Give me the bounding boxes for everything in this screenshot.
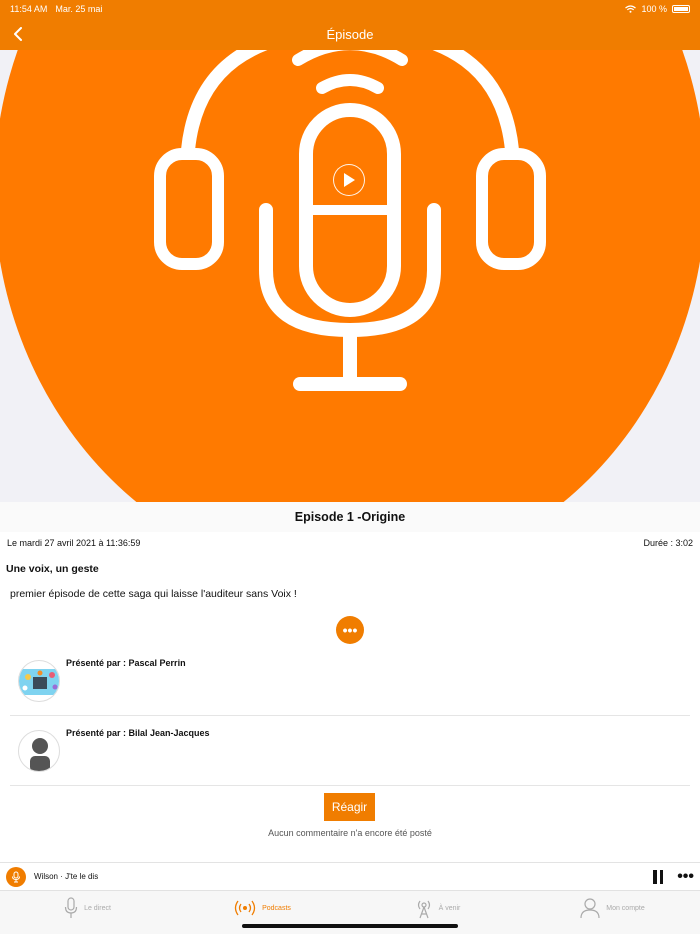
broadcast-icon bbox=[417, 900, 430, 919]
user-icon bbox=[580, 898, 600, 919]
mini-player-title: Wilson · J'te le dis bbox=[34, 872, 99, 881]
episode-cover bbox=[0, 50, 700, 502]
tab-label: Mon compte bbox=[606, 905, 645, 912]
avatar bbox=[18, 660, 60, 702]
play-button[interactable] bbox=[333, 164, 365, 196]
status-time: 11:54 AM bbox=[10, 4, 48, 14]
microphone-icon bbox=[64, 897, 78, 918]
episode-subtitle: Une voix, un geste bbox=[6, 563, 99, 575]
user-placeholder-icon bbox=[30, 738, 50, 771]
status-date: Mar. 25 mai bbox=[55, 4, 103, 14]
mini-player[interactable]: Wilson · J'te le dis ••• bbox=[0, 862, 700, 890]
episode-date: Le mardi 27 avril 2021 à 11:36:59 bbox=[7, 538, 141, 548]
nav-bar: Épisode bbox=[0, 18, 700, 50]
tab-le-direct[interactable]: Le direct bbox=[0, 891, 175, 934]
more-options-button[interactable]: ••• bbox=[336, 616, 364, 644]
react-button[interactable]: Réagir bbox=[324, 793, 375, 821]
avatar bbox=[18, 730, 60, 772]
battery-percent: 100 % bbox=[641, 4, 667, 14]
presenter-illustration-icon bbox=[19, 669, 59, 695]
back-button[interactable] bbox=[6, 22, 30, 46]
presenter-label: Présenté par : Pascal Perrin bbox=[66, 658, 186, 668]
status-bar: 11:54 AM Mar. 25 mai 100 % bbox=[0, 0, 700, 18]
tab-label: À venir bbox=[438, 905, 461, 912]
tab-label: Le direct bbox=[84, 905, 111, 912]
more-icon[interactable]: ••• bbox=[677, 868, 694, 886]
episode-duration: Durée : 3:02 bbox=[643, 538, 693, 548]
page-title: Épisode bbox=[326, 26, 374, 42]
station-logo bbox=[6, 866, 26, 887]
no-comment-text: Aucun commentaire n'a encore été posté bbox=[268, 828, 432, 838]
podcast-microphone-icon bbox=[154, 50, 546, 391]
home-indicator bbox=[242, 924, 458, 928]
presenter-row[interactable]: Présenté par : Pascal Perrin bbox=[10, 646, 690, 716]
episode-description: premier épisode de cette saga qui laisse… bbox=[10, 588, 297, 600]
episode-title: Episode 1 -Origine bbox=[294, 510, 406, 524]
battery-icon bbox=[672, 5, 690, 13]
microphone-icon bbox=[12, 871, 20, 882]
ellipsis-icon: ••• bbox=[342, 622, 358, 638]
status-right: 100 % bbox=[625, 4, 690, 14]
play-icon bbox=[344, 173, 355, 187]
tab-mon-compte[interactable]: Mon compte bbox=[525, 891, 700, 934]
presenter-label: Présenté par : Bilal Jean-Jacques bbox=[66, 728, 210, 738]
podcast-icon bbox=[234, 900, 256, 916]
pause-icon[interactable] bbox=[653, 869, 664, 884]
episode-meta: Le mardi 27 avril 2021 à 11:36:59 Durée … bbox=[7, 538, 693, 548]
episode-title-bar: Episode 1 -Origine bbox=[0, 502, 700, 532]
wifi-icon bbox=[625, 5, 637, 13]
chevron-left-icon bbox=[14, 27, 22, 41]
mini-player-controls: ••• bbox=[653, 868, 694, 886]
tab-label: Podcasts bbox=[262, 905, 291, 912]
presenter-row[interactable]: Présenté par : Bilal Jean-Jacques bbox=[10, 716, 690, 786]
